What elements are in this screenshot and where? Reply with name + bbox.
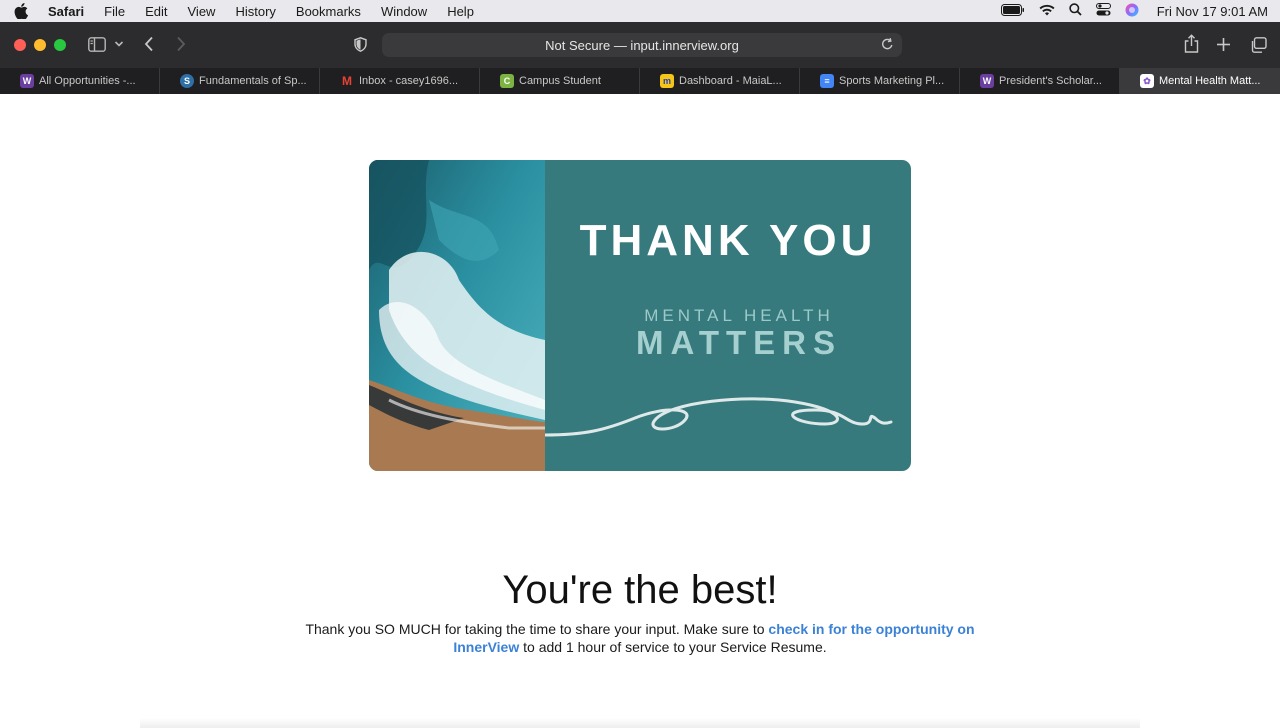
menu-history[interactable]: History xyxy=(235,4,275,19)
ocean-wave-image xyxy=(369,160,545,471)
forward-arrow-icon[interactable] xyxy=(176,36,186,52)
tab-bar: W All Opportunities -... S Fundamentals … xyxy=(0,68,1280,94)
tab-label: Inbox - casey1696... xyxy=(359,75,459,87)
google-docs-icon: ≡ xyxy=(820,74,834,88)
web-page: THANK YOU MENTAL HEALTH MATTERS You're t… xyxy=(0,94,1280,728)
bottom-shadow xyxy=(140,718,1140,728)
back-arrow-icon[interactable] xyxy=(144,36,154,52)
card-mental-health-text: MENTAL HEALTH xyxy=(644,306,834,325)
tab-fundamentals[interactable]: S Fundamentals of Sp... xyxy=(160,68,320,94)
new-tab-plus-icon[interactable] xyxy=(1216,37,1231,52)
privacy-shield-icon[interactable] xyxy=(354,37,367,52)
tab-favicon-icon: C xyxy=(500,74,514,88)
reload-icon[interactable] xyxy=(881,37,894,54)
tab-label: Sports Marketing Pl... xyxy=(839,75,945,87)
wave-line-decoration xyxy=(545,397,893,437)
menu-file[interactable]: File xyxy=(104,4,125,19)
tab-label: Fundamentals of Sp... xyxy=(199,75,307,87)
menu-window[interactable]: Window xyxy=(381,4,427,19)
spotlight-search-icon[interactable] xyxy=(1069,3,1082,19)
wifi-icon[interactable] xyxy=(1039,4,1055,19)
window-controls xyxy=(14,39,66,51)
tab-inbox[interactable]: M Inbox - casey1696... xyxy=(320,68,480,94)
tab-label: President's Scholar... xyxy=(999,75,1102,87)
menu-app-name[interactable]: Safari xyxy=(48,4,84,19)
tab-all-opportunities[interactable]: W All Opportunities -... xyxy=(0,68,160,94)
card-matters-text: MATTERS xyxy=(635,324,843,361)
tab-favicon-icon: W xyxy=(980,74,994,88)
apple-icon[interactable] xyxy=(14,3,32,19)
menu-bar: Safari File Edit View History Bookmarks … xyxy=(0,0,1280,22)
thank-you-card-image: THANK YOU MENTAL HEALTH MATTERS xyxy=(369,160,911,471)
tab-dashboard[interactable]: m Dashboard - MaiaL... xyxy=(640,68,800,94)
gmail-icon: M xyxy=(342,74,352,88)
body-text-after: to add 1 hour of service to your Service… xyxy=(519,639,827,655)
zoom-window-button[interactable] xyxy=(54,39,66,51)
tab-label: Dashboard - MaiaL... xyxy=(679,75,782,87)
battery-icon[interactable] xyxy=(1000,3,1025,19)
chevron-down-icon[interactable] xyxy=(114,40,124,48)
tab-sports-marketing[interactable]: ≡ Sports Marketing Pl... xyxy=(800,68,960,94)
tab-favicon-icon: ✿ xyxy=(1140,74,1154,88)
tab-favicon-icon: W xyxy=(20,74,34,88)
address-bar[interactable]: Not Secure — input.innerview.org xyxy=(382,33,902,57)
browser-toolbar: Not Secure — input.innerview.org xyxy=(0,22,1280,68)
share-icon[interactable] xyxy=(1184,34,1199,53)
page-body-text: Thank you SO MUCH for taking the time to… xyxy=(300,620,980,656)
tab-overview-icon[interactable] xyxy=(1250,37,1267,53)
tab-favicon-icon: S xyxy=(180,74,194,88)
menu-bar-clock[interactable]: Fri Nov 17 9:01 AM xyxy=(1157,4,1268,19)
body-text-before: Thank you SO MUCH for taking the time to… xyxy=(305,621,769,637)
control-center-icon[interactable] xyxy=(1095,3,1111,19)
tab-campus-student[interactable]: C Campus Student xyxy=(480,68,640,94)
menu-view[interactable]: View xyxy=(188,4,216,19)
tab-presidents-scholar[interactable]: W President's Scholar... xyxy=(960,68,1120,94)
tab-label: Campus Student xyxy=(519,75,601,87)
tab-label: Mental Health Matt... xyxy=(1159,75,1261,87)
tab-mental-health-matters[interactable]: ✿ Mental Health Matt... xyxy=(1120,68,1280,94)
menu-edit[interactable]: Edit xyxy=(145,4,167,19)
tab-label: All Opportunities -... xyxy=(39,75,136,87)
menu-bookmarks[interactable]: Bookmarks xyxy=(296,4,361,19)
card-thank-you-text: THANK YOU xyxy=(579,216,877,265)
tab-favicon-icon: m xyxy=(660,74,674,88)
status-area: Fri Nov 17 9:01 AM xyxy=(1000,0,1268,22)
close-window-button[interactable] xyxy=(14,39,26,51)
page-headline: You're the best! xyxy=(502,568,778,612)
minimize-window-button[interactable] xyxy=(34,39,46,51)
siri-icon[interactable] xyxy=(1125,3,1139,20)
address-text: Not Secure — input.innerview.org xyxy=(545,37,739,53)
menu-help[interactable]: Help xyxy=(447,4,474,19)
sidebar-toggle-icon[interactable] xyxy=(88,37,106,52)
